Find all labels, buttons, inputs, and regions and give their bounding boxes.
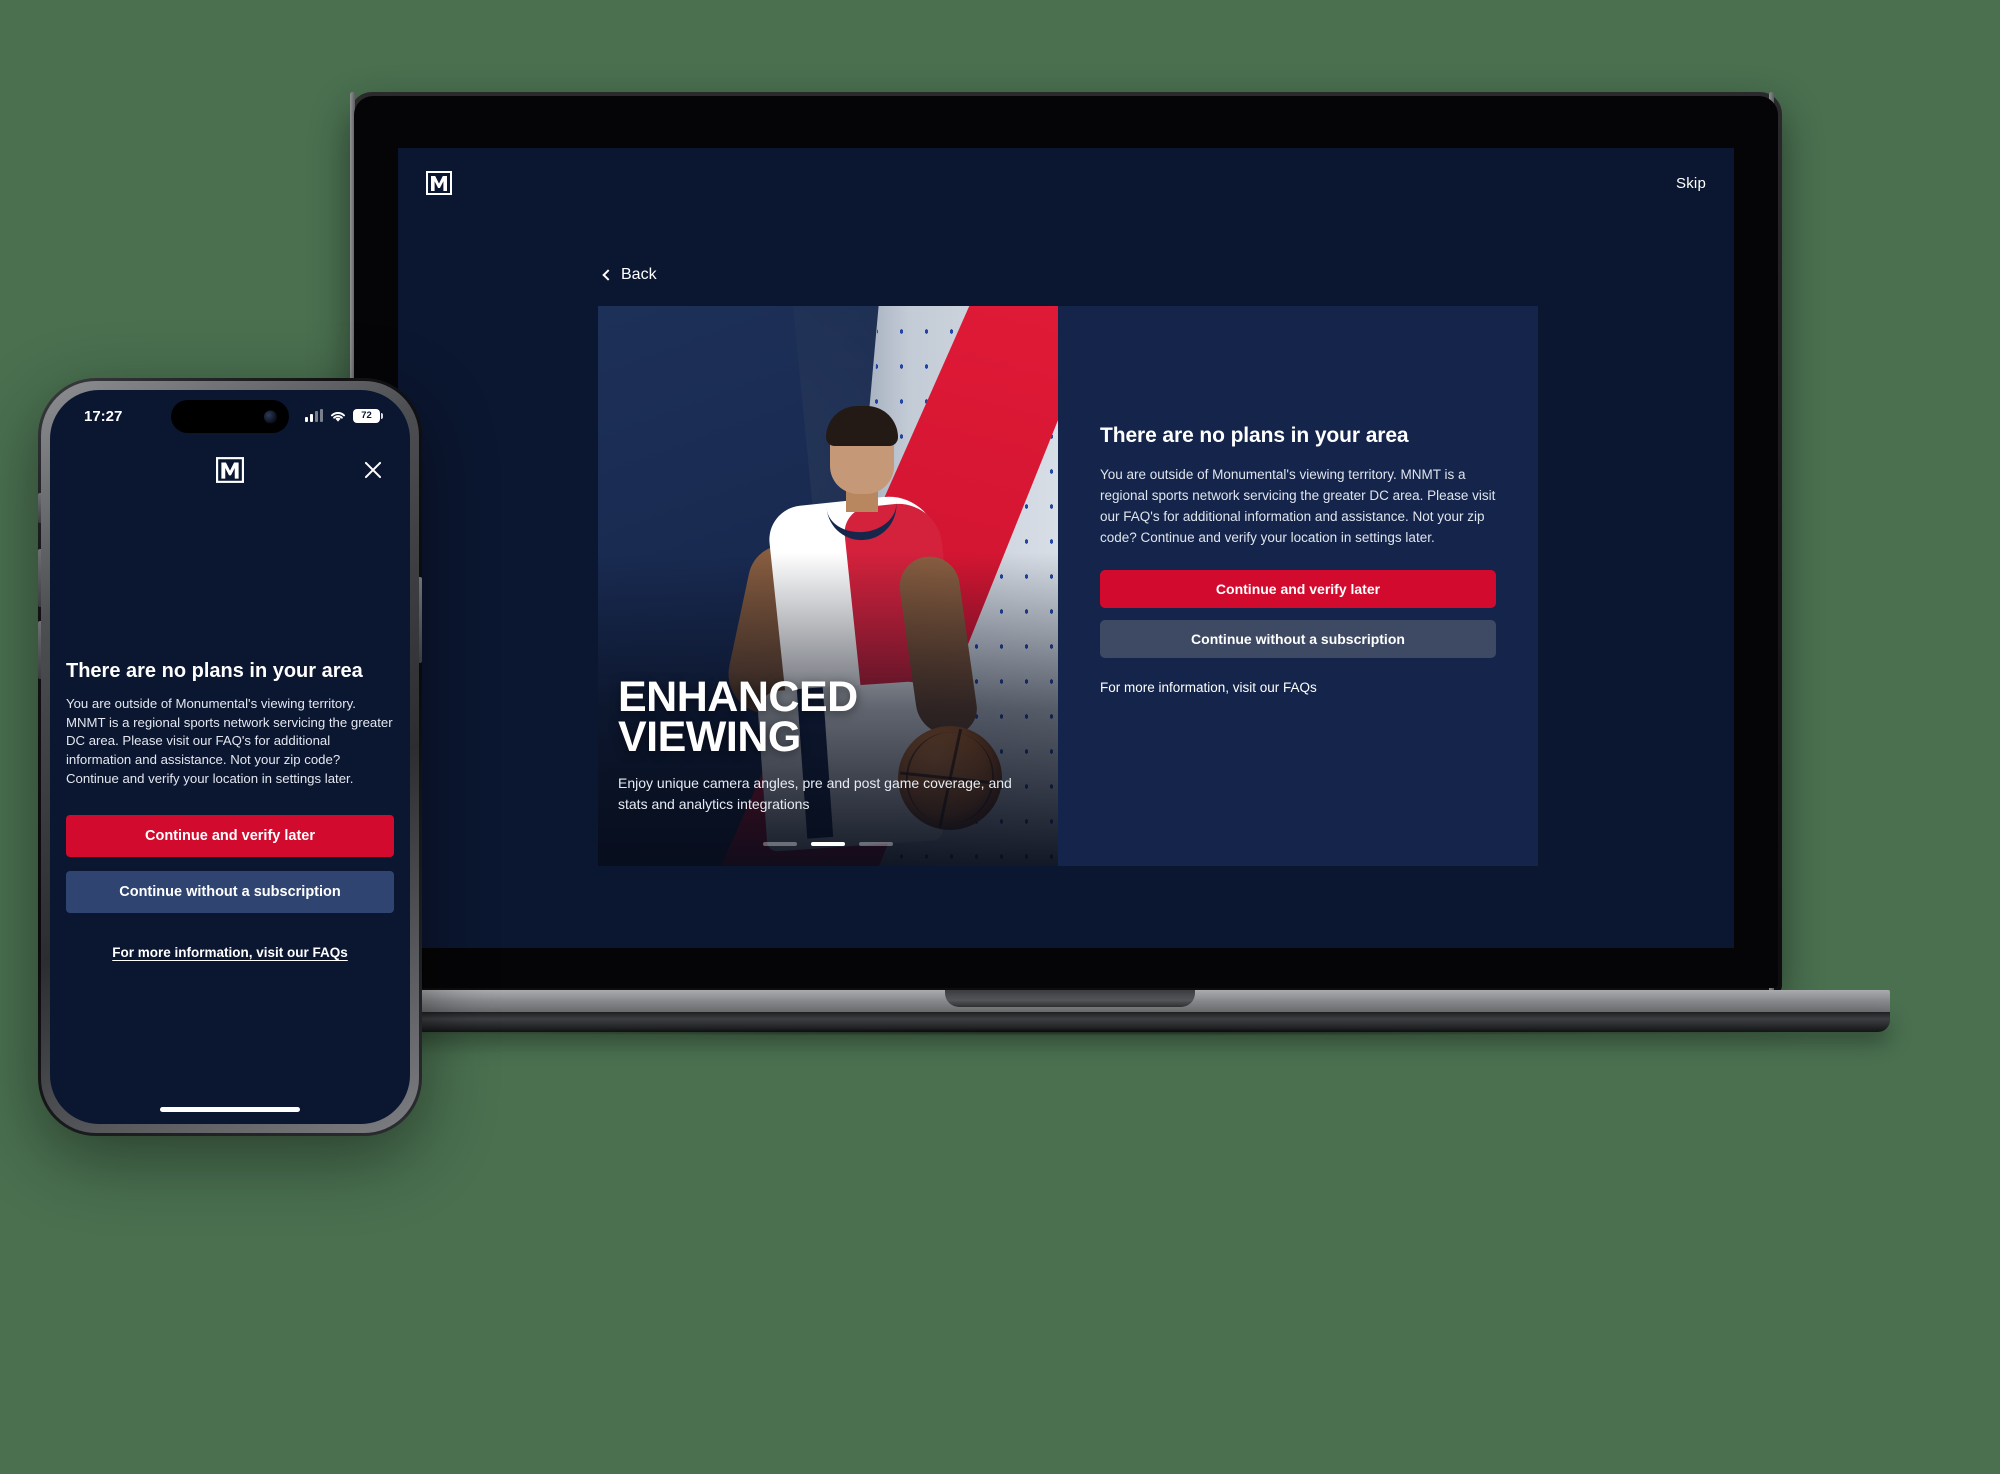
- phone-frame: 17:27 72 There are no plans in your area…: [38, 378, 422, 1136]
- laptop-base-notch: [945, 990, 1195, 1007]
- monumental-m-logo-icon[interactable]: [215, 456, 245, 484]
- laptop-shadow: [320, 1028, 1820, 1036]
- phone-screen: 17:27 72 There are no plans in your area…: [50, 390, 410, 1124]
- laptop-base: [250, 990, 1890, 1036]
- monumental-m-logo-icon[interactable]: [426, 170, 452, 196]
- home-indicator[interactable]: [160, 1107, 300, 1112]
- carousel-indicators: [598, 842, 1058, 846]
- phone-continue-and-verify-later-button[interactable]: Continue and verify later: [66, 814, 394, 857]
- status-time: 17:27: [84, 407, 123, 425]
- hero-title-line-2: VIEWING: [618, 712, 801, 761]
- hero-image: ENHANCED VIEWING Enjoy unique camera ang…: [598, 306, 1058, 866]
- carousel-dot-3[interactable]: [859, 842, 893, 846]
- hero-copy: ENHANCED VIEWING Enjoy unique camera ang…: [618, 673, 1040, 814]
- phone-continue-without-subscription-button[interactable]: Continue without a subscription: [66, 870, 394, 913]
- status-indicators: 72: [305, 409, 383, 423]
- laptop-bezel: Skip Back ENHANCED VIEWING Enjoy unique …: [354, 96, 1778, 988]
- hero-subtitle: Enjoy unique camera angles, pre and post…: [618, 775, 1012, 812]
- front-camera-icon: [264, 410, 277, 423]
- phone-volume-up-button[interactable]: [38, 549, 41, 607]
- phone-device-mockup: 17:27 72 There are no plans in your area…: [38, 378, 422, 1136]
- phone-volume-down-button[interactable]: [38, 621, 41, 679]
- phone-body-text: You are outside of Monumental's viewing …: [66, 696, 393, 786]
- phone-faq-link[interactable]: For more information, visit our FAQs: [66, 945, 394, 960]
- laptop-lid: Skip Back ENHANCED VIEWING Enjoy unique …: [350, 92, 1782, 992]
- back-button[interactable]: Back: [602, 266, 657, 284]
- phone-content: There are no plans in your area You are …: [50, 660, 410, 960]
- close-icon[interactable]: [362, 459, 384, 481]
- faq-link[interactable]: For more information, visit our FAQs: [1100, 680, 1496, 695]
- continue-without-subscription-button[interactable]: Continue without a subscription: [1100, 620, 1496, 659]
- skip-button[interactable]: Skip: [1676, 175, 1706, 192]
- phone-heading: There are no plans in your area: [66, 660, 363, 682]
- scene-root: Skip Back ENHANCED VIEWING Enjoy unique …: [0, 0, 2000, 1474]
- chevron-left-icon: [602, 268, 614, 281]
- carousel-dot-1[interactable]: [763, 842, 797, 846]
- plans-panel: There are no plans in your area You are …: [1058, 306, 1538, 866]
- web-header: Skip: [398, 148, 1734, 218]
- hero-title-line-1: ENHANCED: [618, 673, 858, 722]
- phone-app-bar: [50, 442, 410, 498]
- phone-power-button[interactable]: [419, 577, 422, 663]
- panel-body-text: You are outside of Monumental's viewing …: [1100, 467, 1496, 546]
- wifi-icon: [330, 411, 346, 422]
- laptop-base-top: [250, 990, 1890, 1012]
- dynamic-island: [171, 400, 289, 433]
- battery-indicator: 72: [353, 409, 383, 423]
- hero-title: ENHANCED VIEWING: [618, 673, 1040, 761]
- carousel-dot-2[interactable]: [811, 842, 845, 846]
- phone-band: 17:27 72 There are no plans in your area…: [38, 381, 422, 1133]
- phone-mute-switch[interactable]: [38, 493, 41, 523]
- panel-heading: There are no plans in your area: [1100, 424, 1409, 447]
- back-button-label: Back: [621, 266, 657, 283]
- battery-level-label: 72: [361, 410, 372, 422]
- plans-card: ENHANCED VIEWING Enjoy unique camera ang…: [598, 306, 1538, 866]
- laptop-device-mockup: Skip Back ENHANCED VIEWING Enjoy unique …: [250, 92, 1890, 1036]
- continue-and-verify-later-button[interactable]: Continue and verify later: [1100, 570, 1496, 609]
- signal-bars-icon: [305, 409, 323, 422]
- laptop-screen: Skip Back ENHANCED VIEWING Enjoy unique …: [398, 148, 1734, 948]
- phone-status-bar: 17:27 72: [50, 390, 410, 442]
